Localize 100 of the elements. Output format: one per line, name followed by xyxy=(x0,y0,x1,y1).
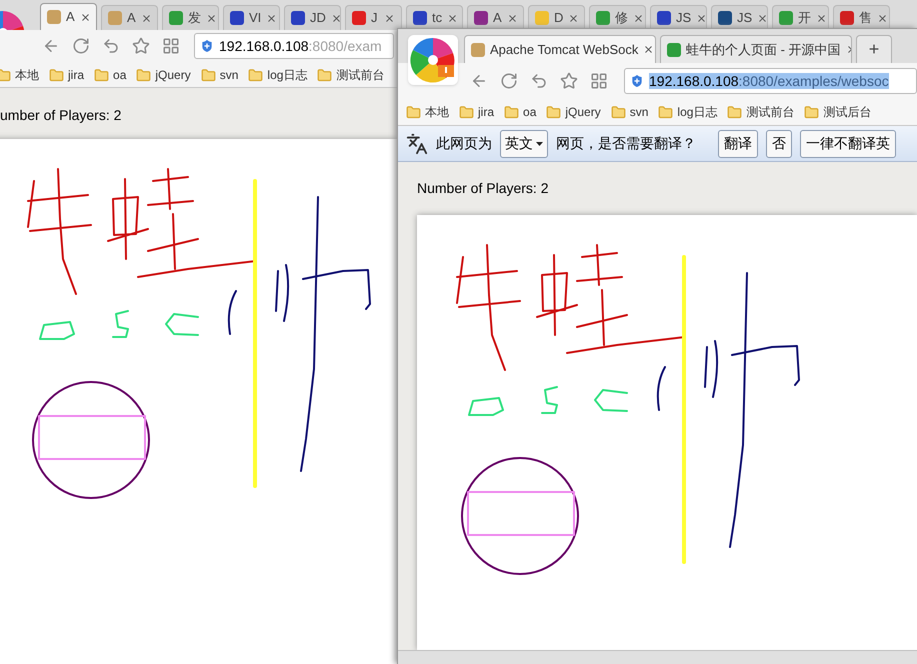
bookmark-link[interactable]: 本地 xyxy=(425,103,449,121)
bookmark-link[interactable]: log日志 xyxy=(677,103,718,121)
browser-tab[interactable]: 发 xyxy=(162,5,219,30)
bookmark-link[interactable]: jira xyxy=(68,66,84,84)
language-dropdown[interactable]: 英文 xyxy=(500,130,548,158)
bookmark-link[interactable]: jQuery xyxy=(155,66,191,84)
close-icon[interactable] xyxy=(643,44,654,55)
undo-icon[interactable] xyxy=(530,72,548,90)
folder-icon xyxy=(94,68,110,82)
tab-title: VI xyxy=(249,9,262,28)
translate-bar-button[interactable]: 翻译 xyxy=(718,130,758,158)
bookmark-link[interactable]: oa xyxy=(113,66,126,84)
close-icon[interactable] xyxy=(757,12,767,24)
tab-title: 开 xyxy=(798,9,811,28)
browser-tab[interactable]: 蛙牛的个人页面 - 开源中国 xyxy=(660,35,852,63)
tab-title: 发 xyxy=(188,9,201,28)
close-icon[interactable] xyxy=(330,12,340,24)
folder-icon xyxy=(610,104,626,120)
tab-title: Apache Tomcat WebSock xyxy=(490,40,638,59)
bookmark-link[interactable]: jira xyxy=(478,103,494,121)
translate-prompt: 此网页为 xyxy=(436,134,492,153)
translate-icon xyxy=(406,132,428,154)
bookmark-link[interactable]: oa xyxy=(523,103,536,121)
url-text: 192.168.0.108:8080/examples/websoc xyxy=(649,72,889,91)
tab-title: J xyxy=(371,9,378,28)
bookmark-link[interactable]: log日志 xyxy=(267,66,308,84)
address-field[interactable]: 192.168.0.108:8080/examples/websoc xyxy=(624,68,917,94)
bookmark-link[interactable]: 测试前台 xyxy=(336,66,384,84)
browser-tab[interactable]: A xyxy=(101,5,158,30)
folder-icon xyxy=(546,104,562,120)
tab-title: JS xyxy=(737,9,752,28)
tab-title: 修 xyxy=(615,9,628,28)
close-icon[interactable] xyxy=(506,12,518,24)
bookmark-link[interactable]: 测试前台 xyxy=(746,103,794,121)
close-icon[interactable] xyxy=(877,12,888,24)
back-icon[interactable] xyxy=(42,37,60,55)
back-icon[interactable] xyxy=(470,72,488,90)
close-icon[interactable] xyxy=(696,12,706,24)
bookmark-link[interactable]: jQuery xyxy=(565,103,601,121)
bookmark-link[interactable]: svn xyxy=(630,103,648,121)
players-count: Number of Players: 2 xyxy=(417,179,548,198)
tab-title: A xyxy=(66,8,75,26)
caret-icon xyxy=(536,142,543,146)
close-icon[interactable] xyxy=(384,12,395,24)
browser-tab[interactable]: 修 xyxy=(589,5,646,30)
bookmark-link[interactable]: svn xyxy=(220,66,238,84)
folder-icon xyxy=(727,104,742,120)
star-icon[interactable] xyxy=(132,37,150,55)
horizontal-scrollbar[interactable] xyxy=(398,650,917,664)
translate-bar-button[interactable]: 否 xyxy=(766,130,792,158)
browser-tab[interactable]: A xyxy=(40,3,97,30)
browser-tab[interactable]: 开 xyxy=(772,5,829,30)
close-icon[interactable] xyxy=(266,12,278,24)
tab-title: D xyxy=(554,9,564,28)
close-icon[interactable] xyxy=(633,12,644,24)
bookmark-link[interactable]: 本地 xyxy=(15,66,39,84)
folder-icon xyxy=(248,68,264,82)
shield-icon xyxy=(199,38,215,54)
translate-bar-button[interactable]: 一律不翻译英 xyxy=(800,130,896,158)
close-icon[interactable] xyxy=(447,12,458,24)
url-text: 192.168.0.108:8080/exam xyxy=(219,36,382,56)
browser-tab[interactable]: 售 xyxy=(833,5,890,30)
reload-icon[interactable] xyxy=(72,37,90,55)
browser-tab[interactable]: VI xyxy=(223,5,280,30)
new-tab-button[interactable]: + xyxy=(856,35,892,63)
close-icon[interactable] xyxy=(80,12,91,22)
star-icon[interactable] xyxy=(560,72,578,90)
players-count: umber of Players: 2 xyxy=(0,106,122,125)
folder-icon xyxy=(504,104,520,120)
reload-icon[interactable] xyxy=(500,72,518,90)
shield-icon xyxy=(629,73,645,89)
undo-icon[interactable] xyxy=(102,37,120,55)
address-field[interactable]: 192.168.0.108:8080/exam xyxy=(194,33,394,59)
browser-tab[interactable]: JS xyxy=(711,5,768,30)
folder-icon xyxy=(804,104,820,120)
browser-tab[interactable]: D xyxy=(528,5,585,30)
tab-title: 蛙牛的个人页面 - 开源中国 xyxy=(686,40,841,59)
folder-icon xyxy=(406,104,421,120)
bookmark-link[interactable]: 测试后台 xyxy=(823,103,872,121)
tab-title: JS xyxy=(676,9,692,28)
browser-tab[interactable]: A xyxy=(467,5,524,30)
tab-title: A xyxy=(127,9,136,28)
pinwheel-logo-icon[interactable] xyxy=(408,35,458,85)
close-icon[interactable] xyxy=(568,12,580,24)
browser-tab[interactable]: JS xyxy=(650,5,707,30)
close-icon[interactable] xyxy=(206,12,217,24)
tab-title: JD xyxy=(310,9,326,28)
close-icon[interactable] xyxy=(816,12,827,24)
grid-icon[interactable] xyxy=(162,37,180,55)
folder-icon xyxy=(0,68,11,82)
close-icon[interactable] xyxy=(140,12,152,24)
folder-icon xyxy=(49,68,64,82)
browser-tab[interactable]: Apache Tomcat WebSock xyxy=(464,35,656,63)
browser-tab[interactable]: tc xyxy=(406,5,463,30)
grid-icon[interactable] xyxy=(590,72,608,90)
browser-tab[interactable]: J xyxy=(345,5,402,30)
folder-icon xyxy=(658,104,674,120)
tab-title: tc xyxy=(432,9,442,28)
browser-tab[interactable]: JD xyxy=(284,5,341,30)
tab-title: A xyxy=(493,9,502,28)
